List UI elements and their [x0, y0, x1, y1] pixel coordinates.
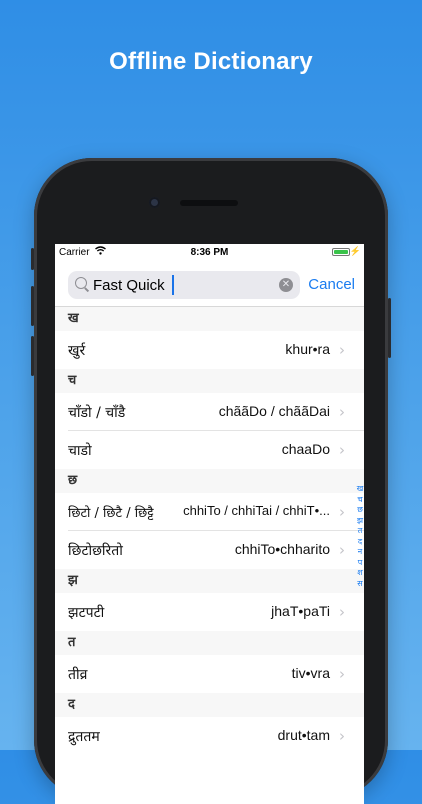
romanized-word: tiv•vra — [291, 665, 330, 681]
nepali-word: द्रुततम — [68, 729, 100, 745]
battery-icon — [332, 248, 350, 256]
search-field[interactable]: ✕ — [68, 271, 300, 299]
front-camera — [149, 197, 160, 208]
romanized-word: jhaT•paTi — [271, 603, 330, 619]
results-list: ख खुर्र khur•ra › च चाँडो / चाँडै chããDo… — [55, 307, 364, 755]
chevron-right-icon: › — [339, 603, 345, 621]
nepali-word: छिटो / छिटै / छिट्टै — [68, 506, 154, 521]
section-header: च — [55, 369, 364, 393]
chevron-right-icon: › — [339, 403, 345, 421]
nepali-word: छिटोछरितो — [68, 543, 123, 559]
status-time: 8:36 PM — [190, 247, 229, 258]
list-item[interactable]: छिटो / छिटै / छिट्टै chhiTo / chhiTai / … — [55, 493, 364, 531]
list-item[interactable]: द्रुततम drut•tam › — [55, 717, 364, 755]
section-header: ख — [55, 307, 364, 331]
nepali-word: झटपटी — [68, 605, 105, 621]
section-header: झ — [55, 569, 364, 593]
silent-switch — [31, 248, 34, 270]
romanized-word: chhiTo•chharito — [234, 541, 330, 557]
phone-frame: Carrier 8:36 PM ⚡ ✕ Cancel ख — [31, 158, 391, 804]
earpiece-speaker — [180, 200, 238, 206]
volume-down-button — [31, 336, 34, 376]
list-item[interactable]: खुर्र khur•ra › — [55, 331, 364, 369]
list-item[interactable]: छिटोछरितो chhiTo•chharito › — [55, 531, 364, 569]
cancel-button[interactable]: Cancel — [308, 276, 355, 293]
romanized-word: drut•tam — [277, 727, 330, 743]
headline: Offline Dictionary — [109, 48, 313, 75]
index-letter[interactable]: छ — [356, 505, 364, 516]
search-icon — [75, 277, 87, 289]
charging-icon: ⚡ — [349, 246, 361, 256]
romanized-word: chaaDo — [281, 441, 330, 457]
text-cursor — [172, 275, 174, 295]
index-letter[interactable]: प — [356, 558, 364, 569]
search-input[interactable] — [93, 275, 273, 295]
index-letter[interactable]: झ — [356, 516, 364, 527]
index-letter[interactable]: द — [356, 537, 364, 548]
power-button — [388, 298, 391, 358]
index-letter[interactable]: ख — [356, 484, 364, 495]
section-header: द — [55, 693, 364, 717]
nepali-word: तीव्र — [68, 667, 88, 683]
section-index-bar[interactable]: ख च छ झ त द न प श स — [356, 484, 364, 589]
romanized-word: chããDo / chããDai — [218, 403, 330, 419]
section-header: छ — [55, 469, 364, 493]
index-letter[interactable]: च — [356, 495, 364, 506]
list-item[interactable]: चाडो chaaDo › — [55, 431, 364, 469]
section-header: त — [55, 631, 364, 655]
list-item[interactable]: झटपटी jhaT•paTi › — [55, 593, 364, 631]
status-bar: Carrier 8:36 PM ⚡ — [55, 244, 364, 262]
chevron-right-icon: › — [339, 665, 345, 683]
volume-up-button — [31, 286, 34, 326]
clear-icon[interactable]: ✕ — [279, 278, 293, 292]
index-letter[interactable]: न — [356, 547, 364, 558]
index-letter[interactable]: श — [356, 568, 364, 579]
index-letter[interactable]: त — [356, 526, 364, 537]
app-screen: Carrier 8:36 PM ⚡ ✕ Cancel ख — [55, 244, 364, 804]
chevron-right-icon: › — [339, 503, 345, 521]
romanized-word: khur•ra — [285, 341, 330, 357]
nepali-word: चाडो — [68, 443, 92, 459]
index-letter[interactable]: स — [356, 579, 364, 590]
list-item[interactable]: तीव्र tiv•vra › — [55, 655, 364, 693]
romanized-word: chhiTo / chhiTai / chhiT•... — [183, 503, 330, 518]
list-item[interactable]: चाँडो / चाँडै chããDo / chããDai › — [55, 393, 364, 431]
nepali-word: खुर्र — [68, 343, 86, 359]
chevron-right-icon: › — [339, 341, 345, 359]
chevron-right-icon: › — [339, 541, 345, 559]
search-bar: ✕ Cancel — [55, 262, 364, 307]
chevron-right-icon: › — [339, 441, 345, 459]
chevron-right-icon: › — [339, 727, 345, 745]
nepali-word: चाँडो / चाँडै — [68, 405, 126, 421]
